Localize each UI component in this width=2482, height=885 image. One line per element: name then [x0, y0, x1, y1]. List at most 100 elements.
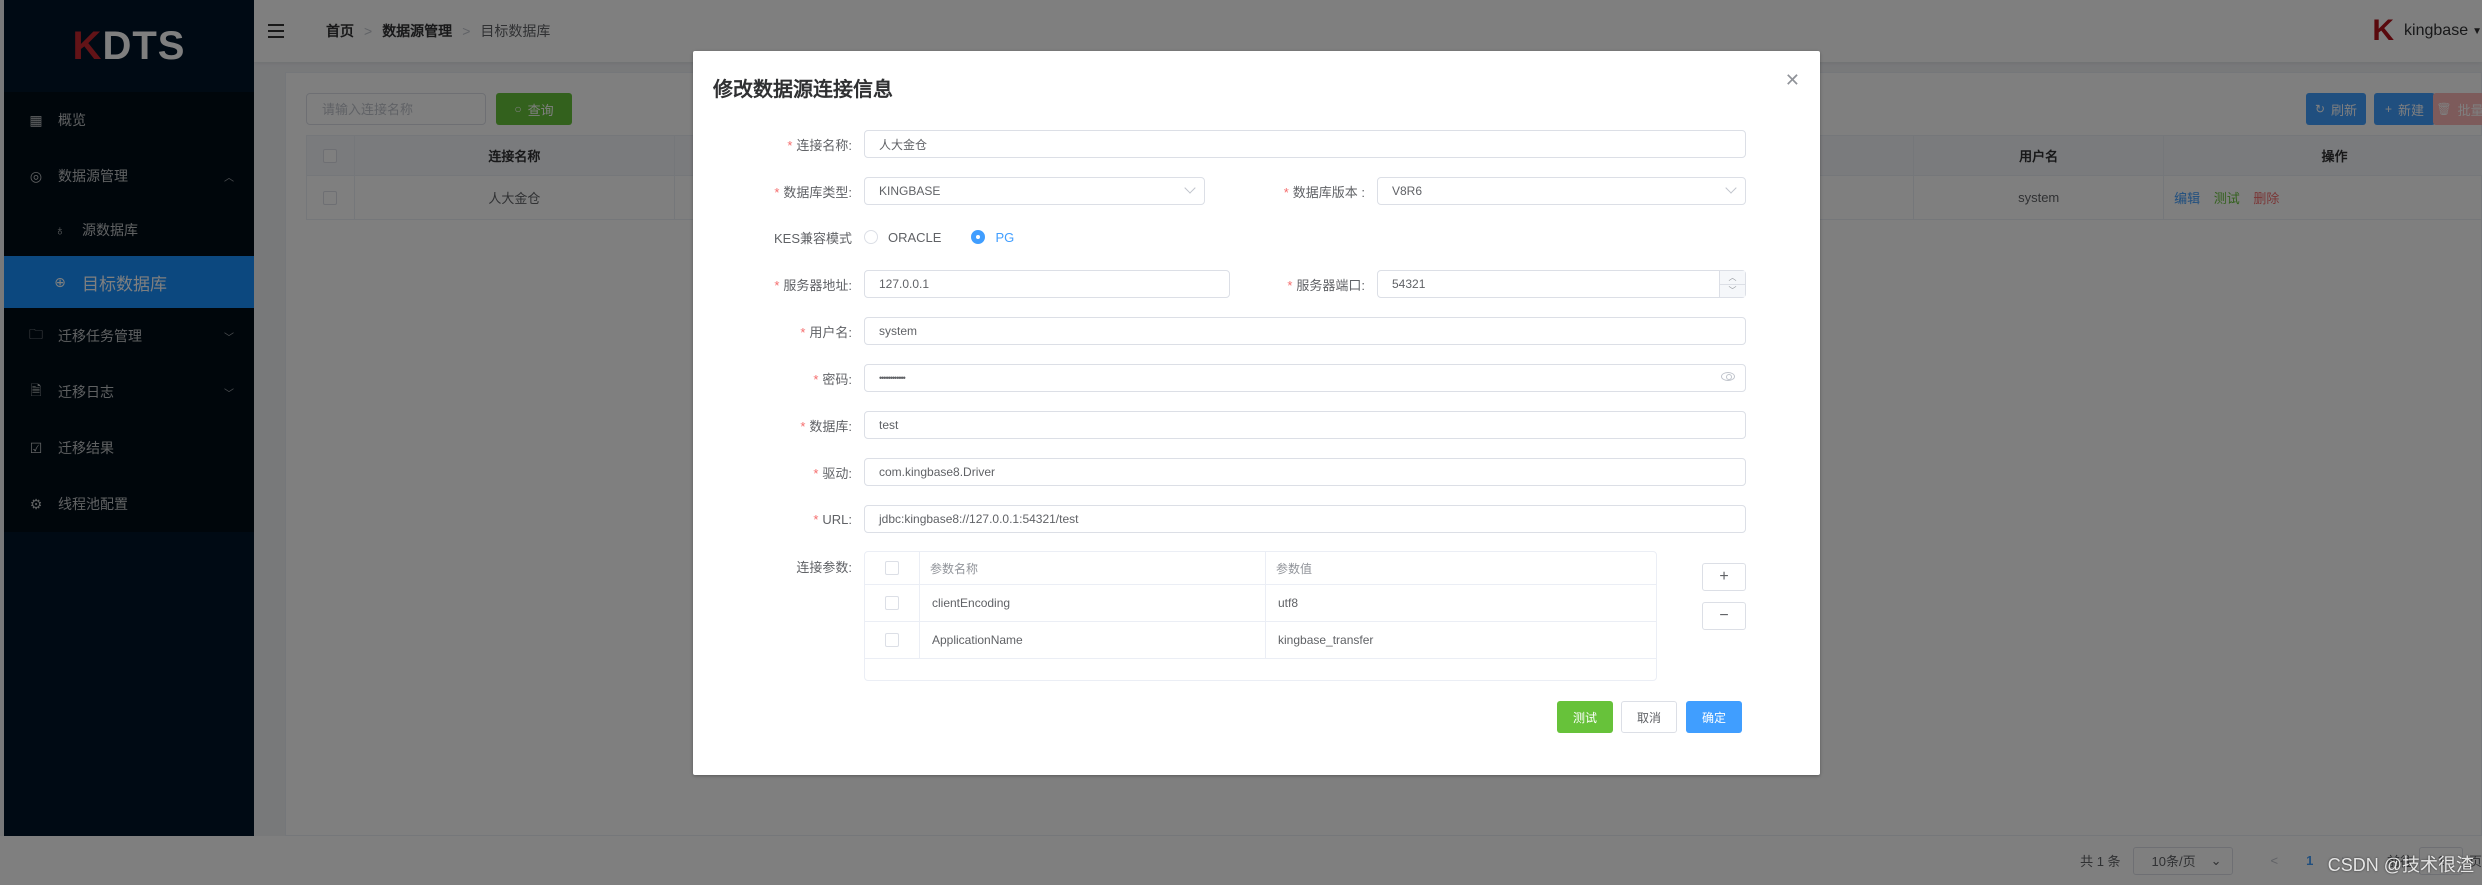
driver-input[interactable]: com.kingbase8.Driver [864, 458, 1746, 486]
minus-icon: − [1719, 607, 1729, 624]
form-row-url: * URL: jdbc:kingbase8://127.0.0.1:54321/t… [693, 505, 1746, 533]
params-table: 参数名称 参数值 clientEncoding utf8 Application… [864, 551, 1657, 681]
required-mark: * [813, 465, 819, 481]
param-value-cell[interactable]: utf8 [1266, 585, 1656, 621]
required-mark: * [800, 418, 806, 434]
label-text: 服务器地址: [783, 277, 852, 293]
input-value: •••••••••••• [879, 373, 906, 383]
host-label: * 服务器地址: [693, 275, 864, 294]
row-checkbox-cell [865, 622, 920, 658]
chevron-down-icon[interactable]: ﹀ [1720, 285, 1745, 298]
select-value: V8R6 [1392, 184, 1423, 198]
row-checkbox[interactable] [885, 596, 899, 610]
db-type-select[interactable]: KINGBASE [864, 177, 1205, 205]
username-input[interactable]: system [864, 317, 1746, 345]
conn-name-input[interactable]: 人大金仓 [864, 130, 1746, 158]
input-value: 54321 [1392, 277, 1426, 291]
required-mark: * [813, 511, 819, 527]
dialog-title: 修改数据源连接信息 [713, 79, 893, 101]
param-name-cell[interactable]: ApplicationName [920, 622, 1266, 658]
form-row-password: * 密码: •••••••••••• [693, 364, 1746, 392]
label-text: 连接名称: [796, 137, 852, 153]
header-param-name: 参数名称 [920, 552, 1266, 584]
form-row-port: * 服务器端口: 54321 ︿ ﹀ [1205, 270, 1746, 298]
port-input[interactable]: 54321 ︿ ﹀ [1377, 270, 1746, 298]
label-text: 数据库版本 : [1292, 184, 1365, 200]
eye-icon[interactable] [1721, 372, 1735, 381]
add-param-button[interactable]: + [1702, 563, 1746, 591]
form-row-host: * 服务器地址: 127.0.0.1 [693, 270, 1230, 298]
username-label: * 用户名: [693, 322, 864, 341]
url-input[interactable]: jdbc:kingbase8://127.0.0.1:54321/test [864, 505, 1746, 533]
watermark: CSDN @技术很渣 [2327, 855, 2474, 875]
radio-label: PG [995, 229, 1015, 245]
password-input[interactable]: •••••••••••• [864, 364, 1746, 392]
input-value: 127.0.0.1 [879, 277, 930, 291]
form-row-db-type: * 数据库类型: KINGBASE [693, 177, 1205, 205]
label-text: 密码: [822, 371, 852, 387]
form-row-driver: * 驱动: com.kingbase8.Driver [693, 458, 1746, 486]
radio-pg[interactable]: PG [971, 230, 1014, 245]
label-text: 用户名: [809, 324, 852, 340]
database-label: * 数据库: [693, 416, 864, 435]
database-input[interactable]: test [864, 411, 1746, 439]
header-checkbox-cell [865, 552, 920, 584]
param-value-cell[interactable]: kingbase_transfer [1266, 622, 1656, 658]
radio-dot [864, 230, 878, 244]
db-version-label: * 数据库版本 : [1205, 182, 1377, 201]
required-mark: * [774, 277, 780, 293]
label-text: 服务器端口: [1296, 277, 1365, 293]
db-type-label: * 数据库类型: [693, 182, 864, 201]
required-mark: * [813, 371, 819, 387]
required-mark: * [787, 137, 793, 153]
label-text: 驱动: [822, 465, 852, 481]
test-button[interactable]: 测试 [1557, 701, 1613, 733]
params-header: 参数名称 参数值 [865, 552, 1656, 585]
input-value: 人大金仓 [879, 137, 928, 152]
form-row-database: * 数据库: test [693, 411, 1746, 439]
required-mark: * [1287, 277, 1293, 293]
plus-icon: + [1719, 568, 1729, 585]
params-label: 连接参数: [796, 560, 852, 575]
label-text: 数据库: [809, 418, 852, 434]
row-checkbox-cell [865, 585, 920, 621]
remove-param-button[interactable]: − [1702, 602, 1746, 630]
select-value: KINGBASE [879, 184, 941, 198]
label-text: 数据库类型: [783, 184, 852, 200]
close-icon[interactable]: ✕ [1785, 71, 1800, 89]
cancel-label: 取消 [1636, 710, 1661, 725]
confirm-label: 确定 [1701, 710, 1726, 725]
input-value: system [879, 324, 918, 338]
param-name-cell[interactable]: clientEncoding [920, 585, 1266, 621]
radio-dot [971, 230, 986, 244]
input-value: test [879, 418, 899, 432]
chevron-up-icon[interactable]: ︿ [1720, 271, 1745, 285]
header-param-value: 参数值 [1276, 561, 1313, 576]
password-label: * 密码: [693, 369, 864, 388]
conn-name-label: * 连接名称: [693, 135, 864, 154]
radio-oracle[interactable]: ORACLE [864, 230, 941, 245]
table-row: ApplicationName kingbase_transfer [865, 622, 1656, 659]
table-row: clientEncoding utf8 [865, 585, 1656, 622]
edit-datasource-dialog: 修改数据源连接信息 ✕ * 连接名称: 人大金仓 * 数据库类型: KINGBASE… [693, 51, 1820, 775]
form-row-kes-mode: KES兼容模式 ORACLE PG [693, 223, 1044, 251]
select-all-checkbox[interactable] [885, 561, 899, 575]
driver-label: * 驱动: [693, 463, 864, 482]
port-label: * 服务器端口: [1205, 275, 1377, 294]
cancel-button[interactable]: 取消 [1621, 701, 1677, 733]
chevron-down-icon [1184, 182, 1196, 194]
required-mark: * [800, 324, 806, 340]
required-mark: * [774, 184, 780, 200]
db-version-select[interactable]: V8R6 [1377, 177, 1746, 205]
label-text: URL: [822, 511, 852, 527]
required-mark: * [1283, 184, 1289, 200]
form-row-username: * 用户名: system [693, 317, 1746, 345]
port-stepper[interactable]: ︿ ﹀ [1719, 271, 1745, 297]
confirm-button[interactable]: 确定 [1686, 701, 1742, 733]
chevron-down-icon [1725, 182, 1737, 194]
host-input[interactable]: 127.0.0.1 [864, 270, 1230, 298]
test-label: 测试 [1572, 710, 1597, 725]
row-checkbox[interactable] [885, 633, 899, 647]
form-row-db-version: * 数据库版本 : V8R6 [1205, 177, 1746, 205]
input-value: com.kingbase8.Driver [879, 465, 996, 479]
